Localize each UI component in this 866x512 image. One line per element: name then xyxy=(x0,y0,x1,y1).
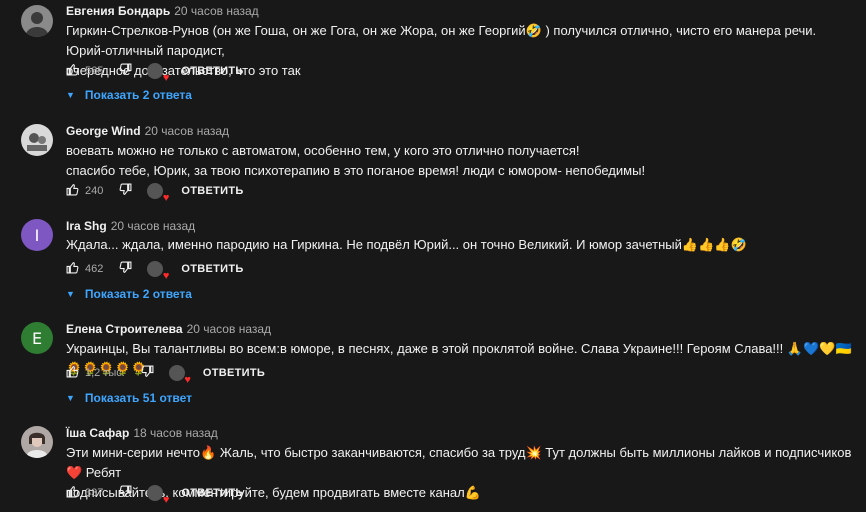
comment-actions: 337 ♥ ОТВЕТИТЬ xyxy=(66,483,244,506)
like-count: 337 xyxy=(85,487,104,499)
reply-button[interactable]: ОТВЕТИТЬ xyxy=(181,487,243,499)
author-name[interactable]: Евгения Бондарь xyxy=(66,4,170,18)
comment-header: Ira Shg 20 часов назад xyxy=(66,219,195,233)
avatar-letter: I xyxy=(34,225,40,245)
like-count: 240 xyxy=(85,185,104,197)
reply-button[interactable]: ОТВЕТИТЬ xyxy=(203,367,265,379)
like-icon[interactable] xyxy=(66,485,79,501)
user-photo-icon xyxy=(27,133,47,151)
show-replies-button[interactable]: ▼ Показать 51 ответ xyxy=(66,391,192,405)
author-name[interactable]: Елена Строителева xyxy=(66,322,183,336)
reply-button[interactable]: ОТВЕТИТЬ xyxy=(181,185,243,197)
like-count: 462 xyxy=(85,263,104,275)
creator-heart-icon: ♥ xyxy=(147,261,169,282)
comment-time[interactable]: 18 часов назад xyxy=(133,426,217,440)
comment-actions: 1,2 тыс. ♥ ОТВЕТИТЬ xyxy=(66,363,265,386)
dislike-icon[interactable] xyxy=(141,365,154,381)
creator-heart-icon: ♥ xyxy=(147,63,169,84)
comment-time[interactable]: 20 часов назад xyxy=(111,219,195,233)
dislike-icon[interactable] xyxy=(119,261,132,277)
avatar[interactable] xyxy=(21,124,53,156)
avatar[interactable] xyxy=(21,5,53,37)
avatar-letter: E xyxy=(31,328,43,348)
chevron-down-icon: ▼ xyxy=(66,90,75,100)
comment-header: George Wind 20 часов назад xyxy=(66,124,229,138)
like-icon[interactable] xyxy=(66,261,79,277)
comment-time[interactable]: 20 часов назад xyxy=(145,124,229,138)
comment-header: Елена Строителева 20 часов назад xyxy=(66,322,271,336)
comment-text: воевать можно не только с автоматом, осо… xyxy=(66,143,646,178)
avatar[interactable] xyxy=(21,426,53,458)
dislike-icon[interactable] xyxy=(119,485,132,501)
comment-actions: 462 ♥ ОТВЕТИТЬ xyxy=(66,259,244,282)
avatar[interactable]: E xyxy=(21,322,53,354)
comment-text: Ждала... ждала, именно пародию на Гиркин… xyxy=(66,237,747,252)
like-count: 1,2 тыс. xyxy=(85,367,125,379)
like-icon[interactable] xyxy=(66,365,79,381)
dislike-icon[interactable] xyxy=(119,183,132,199)
replies-label: Показать 2 ответа xyxy=(84,88,192,102)
comment-time[interactable]: 20 часов назад xyxy=(174,4,258,18)
chevron-down-icon: ▼ xyxy=(66,393,75,403)
like-count: 565 xyxy=(85,65,104,77)
creator-heart-icon: ♥ xyxy=(147,485,169,506)
author-name[interactable]: Ira Shg xyxy=(66,219,107,233)
reply-button[interactable]: ОТВЕТИТЬ xyxy=(181,263,243,275)
like-icon[interactable] xyxy=(66,183,79,199)
comment-time[interactable]: 20 часов назад xyxy=(187,322,271,336)
replies-label: Показать 2 ответа xyxy=(84,287,192,301)
author-name[interactable]: George Wind xyxy=(66,124,141,138)
reply-button[interactable]: ОТВЕТИТЬ xyxy=(181,65,243,77)
dislike-icon[interactable] xyxy=(119,63,132,79)
show-replies-button[interactable]: ▼ Показать 2 ответа xyxy=(66,88,192,102)
show-replies-button[interactable]: ▼ Показать 2 ответа xyxy=(66,287,192,301)
chevron-down-icon: ▼ xyxy=(66,289,75,299)
comment-header: Евгения Бондарь 20 часов назад xyxy=(66,4,259,18)
creator-heart-icon: ♥ xyxy=(147,183,169,204)
comment-header: Їша Сафар 18 часов назад xyxy=(66,426,218,440)
user-photo-icon xyxy=(26,432,48,458)
creator-heart-icon: ♥ xyxy=(168,365,191,386)
comment-actions: 240 ♥ ОТВЕТИТЬ xyxy=(66,181,244,204)
author-name[interactable]: Їша Сафар xyxy=(66,426,129,440)
avatar[interactable]: I xyxy=(21,219,53,251)
user-photo-icon xyxy=(26,12,48,37)
comment-actions: 565 ♥ ОТВЕТИТЬ xyxy=(66,61,244,84)
like-icon[interactable] xyxy=(66,63,79,79)
replies-label: Показать 51 ответ xyxy=(84,391,192,405)
